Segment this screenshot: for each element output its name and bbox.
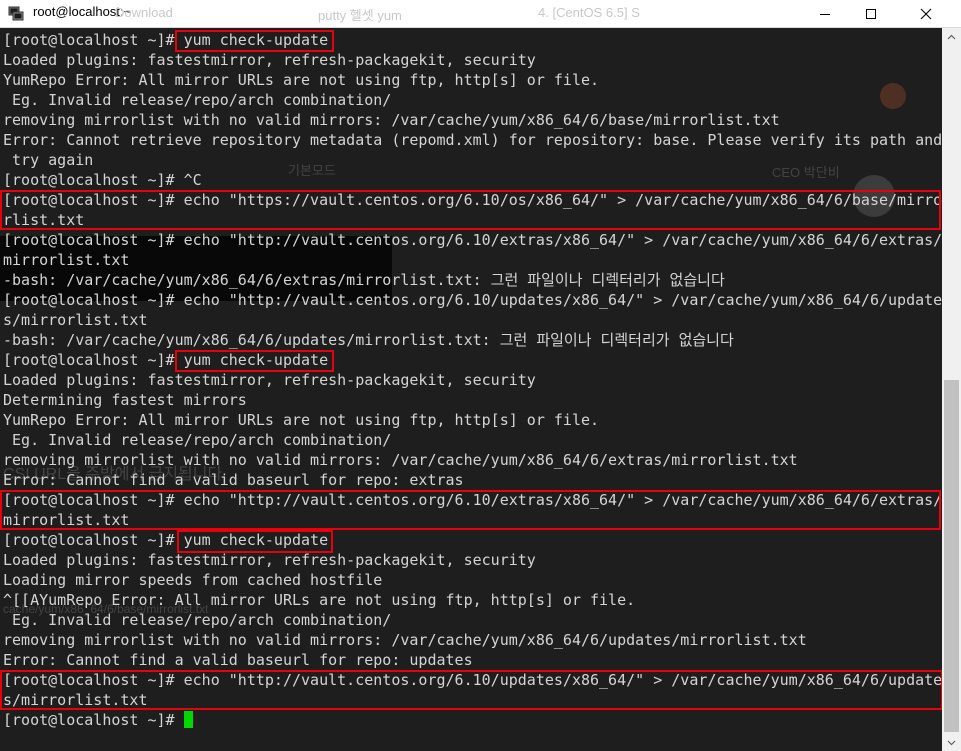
terminal-line: Eg. Invalid release/repo/arch combinatio… [3,91,392,109]
text-cursor [183,711,193,728]
terminal-line: Loaded plugins: fastestmirror, refresh-p… [3,371,536,389]
highlight-yum-check-update-3 [177,530,333,553]
terminal-prompt-line[interactable]: [root@localhost ~]# [3,710,942,730]
minimize-button[interactable] [802,0,848,27]
highlight-yum-check-update-1 [175,30,334,52]
close-icon [920,8,932,19]
maximize-button[interactable] [848,0,894,27]
ghost-tab-3: 4. [CentOS 6.5] S [538,5,640,20]
scroll-down-button[interactable] [942,734,961,751]
vertical-scrollbar[interactable] [942,28,961,751]
putty-window: root@localhost:~ Download putty 헬셋 yum 4… [0,0,961,751]
terminal-line: mirrorlist.txt [3,251,130,269]
chevron-down-icon [947,740,956,745]
terminal-line: s/mirrorlist.txt [3,311,148,329]
terminal-line: Loaded plugins: fastestmirror, refresh-p… [3,551,536,569]
minimize-icon [820,13,830,15]
terminal-line: -bash: /var/cache/yum/x86_64/6/extras/mi… [3,271,725,289]
scroll-thumb[interactable] [944,380,959,732]
terminal-line: -bash: /var/cache/yum/x86_64/6/updates/m… [3,331,734,349]
terminal-line: removing mirrorlist with no valid mirror… [3,111,780,129]
terminal-line: Determining fastest mirrors [3,391,247,409]
terminal-line: Eg. Invalid release/repo/arch combinatio… [3,611,392,629]
terminal-line: Error: Cannot find a valid baseurl for r… [3,471,464,489]
maximize-icon [866,8,876,19]
terminal-line: ^[[AYumRepo Error: All mirror URLs are n… [3,591,636,609]
chevron-up-icon [947,34,956,39]
highlight-echo-extras [0,490,941,530]
scroll-up-button[interactable] [942,28,961,45]
highlight-yum-check-update-2 [175,350,334,372]
terminal-line: YumRepo Error: All mirror URLs are not u… [3,411,600,429]
terminal-line: [root@localhost ~]# echo "http://vault.c… [3,291,942,309]
highlight-echo-base [0,190,941,230]
terminal-line: Loading mirror speeds from cached hostfi… [3,571,383,589]
terminal-line: removing mirrorlist with no valid mirror… [3,451,798,469]
terminal-line: Error: Cannot find a valid baseurl for r… [3,651,473,669]
terminal-line: [root@localhost ~]# ^C [3,171,202,189]
terminal-output: [root@localhost ~]# yum check-update Load… [3,30,942,730]
terminal-line: Error: Cannot retrieve repository metada… [3,131,942,149]
terminal-line: [root@localhost ~]# echo "http://vault.c… [3,231,942,249]
terminal-line: try again [3,151,94,169]
terminal-line: YumRepo Error: All mirror URLs are not u… [3,71,600,89]
close-button[interactable] [903,0,949,27]
ghost-tab-1: Download [115,5,173,20]
terminal-line: Loaded plugins: fastestmirror, refresh-p… [3,51,536,69]
ghost-tab-2: putty 헬셋 yum [318,8,402,23]
highlight-echo-updates [0,670,943,710]
terminal-area[interactable]: 기본모드 CEO 박단비 CSI URL을 주방에서 급지됩니다 cache/y… [0,28,942,751]
terminal-line: [root@localhost ~]# yum check-update [3,531,329,549]
terminal-line: [root@localhost ~]# yum check-update [3,31,329,49]
terminal-line: removing mirrorlist with no valid mirror… [3,631,807,649]
putty-app-icon[interactable] [8,5,24,21]
terminal-line: [root@localhost ~]# yum check-update [3,351,329,369]
shell-prompt: [root@localhost ~]# [3,711,184,729]
terminal-line: Eg. Invalid release/repo/arch combinatio… [3,431,392,449]
title-bar[interactable]: root@localhost:~ Download putty 헬셋 yum 4… [0,0,961,28]
